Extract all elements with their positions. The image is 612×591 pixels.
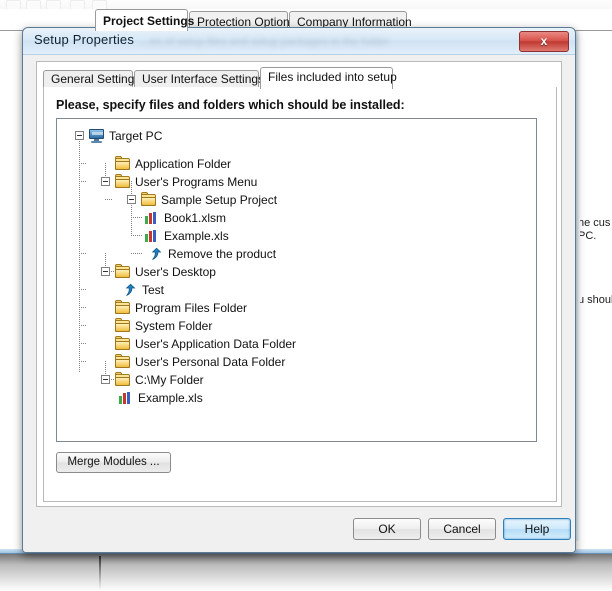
collapse-icon[interactable] — [75, 131, 84, 140]
excel-file-icon — [143, 229, 160, 243]
tree-item-label: C:\My Folder — [135, 373, 204, 387]
folder-icon — [114, 336, 131, 351]
tree-item-label: User's Desktop — [135, 265, 216, 279]
tree-item-label: Application Folder — [135, 157, 232, 171]
folder-icon — [114, 156, 131, 171]
tree-connector-1 — [79, 163, 87, 164]
folder-icon — [114, 300, 131, 315]
dialog-footer: OK Cancel Help — [23, 509, 575, 552]
shortcut-icon — [147, 247, 164, 261]
background-text-fragment-2: PC. — [578, 230, 597, 242]
tree-item-label: Remove the product — [168, 247, 277, 261]
tree-connector-13 — [79, 361, 87, 362]
tree-item-label: Sample Setup Project — [161, 193, 278, 207]
tree-item-label: Test — [142, 283, 165, 297]
dialog-inner-frame: General Settings User Interface Settings… — [36, 61, 562, 507]
close-icon[interactable]: x — [519, 31, 569, 52]
dialog-title-bar[interactable]: Setup Properties ...es of setup files an… — [23, 28, 575, 55]
tree-connector-6 — [131, 253, 143, 254]
shortcut-icon — [121, 283, 138, 297]
excel-file-icon — [117, 391, 134, 405]
tree-item-label: Target PC — [109, 129, 163, 143]
tree-connector-9 — [79, 289, 87, 290]
dialog-title: Setup Properties — [34, 32, 135, 47]
tab-files-included-into-setup[interactable]: Files included into setup — [260, 67, 397, 89]
tab-general-settings[interactable]: General Settings — [43, 70, 140, 88]
vertical-divider-artifact — [99, 556, 101, 591]
tree-item-label: Example.xls — [138, 391, 203, 405]
tree-item-label: User's Application Data Folder — [135, 337, 297, 351]
dialog-tab-strip: General Settings User Interface Settings… — [43, 67, 555, 89]
collapse-icon[interactable] — [127, 195, 136, 204]
ok-button[interactable]: OK — [353, 518, 421, 540]
folder-icon — [140, 192, 157, 207]
tree-connector-3 — [105, 199, 113, 200]
tree-connector-4 — [131, 217, 143, 218]
tree-item-label: Book1.xlsm — [164, 211, 227, 225]
collapse-icon[interactable] — [101, 177, 110, 186]
tree-connector-10 — [79, 307, 87, 308]
tree-connector-7 — [79, 253, 87, 254]
merge-modules-button[interactable]: Merge Modules ... — [56, 452, 171, 473]
tree-item-label: User's Personal Data Folder — [135, 355, 286, 369]
folder-icon — [114, 174, 131, 189]
tree-connector-11 — [79, 325, 87, 326]
tree-item-label: System Folder — [135, 319, 213, 333]
dialog-blurred-subtitle: ...es of setup files and setup packages … — [141, 36, 389, 48]
tree-connector-2 — [79, 181, 87, 182]
setup-properties-dialog: Setup Properties ...es of setup files an… — [22, 27, 576, 553]
tree-trunk-line-sample — [131, 181, 132, 237]
tree-item-label: Example.xls — [164, 229, 229, 243]
tab-user-interface-settings[interactable]: User Interface Settings — [134, 70, 264, 88]
excel-file-icon — [143, 211, 160, 225]
collapse-icon[interactable] — [101, 375, 110, 384]
files-tree-view[interactable]: Target PC Application Folder User's Prog… — [56, 118, 537, 442]
tree-item-label: Program Files Folder — [135, 301, 248, 315]
folder-icon — [114, 372, 131, 387]
folder-icon — [114, 318, 131, 333]
computer-icon — [88, 129, 105, 143]
tree-item-label: User's Programs Menu — [135, 175, 258, 189]
folder-icon — [114, 264, 131, 279]
cancel-button[interactable]: Cancel — [428, 518, 496, 540]
help-button[interactable]: Help — [503, 518, 571, 540]
folder-icon — [114, 354, 131, 369]
tree-connector-12 — [79, 343, 87, 344]
background-text-fragment-1: he cus — [578, 217, 611, 229]
page-shadow — [0, 554, 612, 591]
tab-project-settings[interactable]: Project Settings — [95, 9, 194, 31]
page-title: Please, specify files and folders which … — [56, 98, 405, 112]
background-text-fragment-3: u shoul — [578, 294, 612, 306]
collapse-icon[interactable] — [101, 267, 110, 276]
dialog-tab-panel: Please, specify files and folders which … — [43, 87, 557, 502]
tree-connector-5 — [131, 235, 143, 236]
